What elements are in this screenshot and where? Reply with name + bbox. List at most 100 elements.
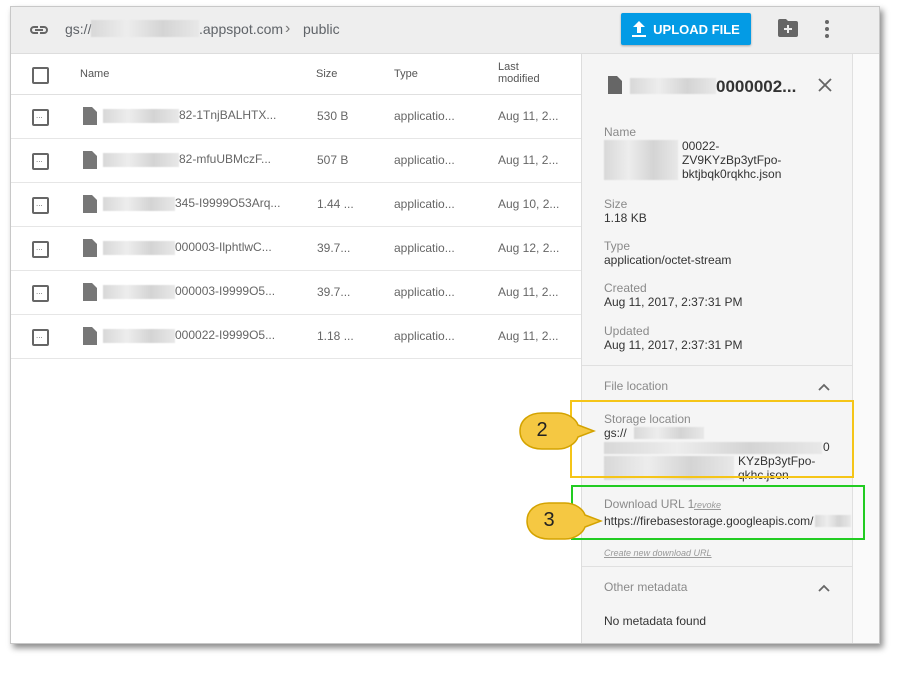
size-value: 1.18 KB — [604, 211, 647, 225]
file-size: 1.18 ... — [317, 329, 354, 343]
file-modified: Aug 12, 2... — [498, 241, 560, 255]
chevron-up-icon[interactable] — [818, 383, 830, 391]
updated-label: Updated — [604, 324, 650, 338]
redacted-bucket-name — [91, 20, 199, 37]
file-modified: Aug 11, 2... — [498, 329, 559, 343]
chevron-right-icon: › — [285, 20, 291, 37]
table-row[interactable]: ... 000022-I9999O5... 1.18 ... applicati… — [11, 315, 581, 359]
name-value-2: ZV9KYzBp3ytFpo- — [682, 153, 782, 167]
file-location-title: File location — [604, 379, 669, 393]
file-name[interactable]: 345-I9999O53Arq... — [175, 196, 280, 210]
checkbox-dots: ... — [36, 155, 43, 164]
table-row[interactable]: ... 000003-IlphtlwC... 39.7... applicati… — [11, 227, 581, 271]
new-folder-icon[interactable] — [778, 19, 798, 37]
file-type: applicatio... — [394, 153, 455, 167]
file-list: Name Size Type Last modified ... 82-1Tnj… — [11, 54, 581, 643]
bucket-domain[interactable]: .appspot.com — [199, 21, 283, 37]
file-modified: Aug 11, 2... — [498, 153, 559, 167]
redacted-file-name — [103, 285, 175, 299]
header-last-modified-2[interactable]: modified — [498, 73, 540, 85]
file-modified: Aug 11, 2... — [498, 285, 559, 299]
file-name[interactable]: 82-1TnjBALHTX... — [179, 108, 276, 122]
name-label: Name — [604, 125, 637, 139]
right-gutter — [852, 54, 879, 643]
redacted-title — [630, 78, 716, 94]
updated-value: Aug 11, 2017, 2:37:31 PM — [604, 338, 743, 352]
type-label: Type — [604, 239, 631, 253]
redacted-file-name — [103, 153, 179, 167]
more-vert-icon[interactable] — [823, 18, 831, 40]
divider — [582, 365, 852, 366]
name-value-3: bktjbqk0rqkhc.json — [682, 167, 782, 181]
top-bar: gs:// .appspot.com › public UPLOAD FILE — [11, 7, 879, 54]
file-name[interactable]: 000003-IlphtlwC... — [175, 240, 272, 254]
upload-file-button[interactable]: UPLOAD FILE — [621, 13, 751, 45]
header-name[interactable]: Name — [80, 68, 109, 80]
no-metadata-text: No metadata found — [604, 614, 707, 628]
redacted-name — [604, 140, 678, 180]
callout-3-label: 3 — [543, 509, 555, 531]
breadcrumb-folder[interactable]: public — [303, 21, 340, 37]
table-row[interactable]: ... 82-mfuUBMczF... 507 B applicatio... … — [11, 139, 581, 183]
checkbox-dots: ... — [36, 287, 43, 296]
size-label: Size — [604, 197, 628, 211]
divider — [582, 566, 852, 567]
created-label: Created — [604, 281, 647, 295]
file-name[interactable]: 000022-I9999O5... — [175, 328, 275, 342]
upload-icon — [632, 21, 647, 37]
storage-location-highlight — [570, 400, 854, 478]
other-metadata-title: Other metadata — [604, 580, 688, 594]
file-icon — [83, 151, 97, 169]
callout-2-label: 2 — [536, 419, 548, 441]
storage-browser-window: gs:// .appspot.com › public UPLOAD FILE … — [10, 6, 880, 644]
checkbox-dots: ... — [36, 199, 43, 208]
file-modified: Aug 10, 2... — [498, 197, 560, 211]
download-url-highlight — [571, 485, 865, 540]
file-icon — [83, 283, 97, 301]
header-type[interactable]: Type — [394, 68, 418, 80]
checkbox-dots: ... — [36, 111, 43, 120]
file-type: applicatio... — [394, 285, 455, 299]
table-row[interactable]: ... 82-1TnjBALHTX... 530 B applicatio...… — [11, 95, 581, 139]
list-header: Name Size Type Last modified — [11, 54, 581, 95]
created-value: Aug 11, 2017, 2:37:31 PM — [604, 295, 743, 309]
file-name[interactable]: 000003-I9999O5... — [175, 284, 275, 298]
file-name[interactable]: 82-mfuUBMczF... — [179, 152, 271, 166]
table-row[interactable]: ... 000003-I9999O5... 39.7... applicatio… — [11, 271, 581, 315]
redacted-file-name — [103, 241, 175, 255]
file-icon — [83, 239, 97, 257]
file-type: applicatio... — [394, 241, 455, 255]
file-size: 1.44 ... — [317, 197, 354, 211]
file-icon — [83, 327, 97, 345]
file-size: 39.7... — [317, 285, 351, 299]
file-type: applicatio... — [394, 197, 455, 211]
file-details-panel: 0000002... Name 00022- ZV9KYzBp3ytFpo- b… — [581, 54, 852, 643]
type-value: application/octet-stream — [604, 253, 732, 267]
header-size[interactable]: Size — [316, 68, 337, 80]
redacted-file-name — [103, 109, 179, 123]
file-modified: Aug 11, 2... — [498, 109, 559, 123]
file-size: 507 B — [317, 153, 349, 167]
close-icon[interactable] — [818, 78, 832, 92]
file-type: applicatio... — [394, 109, 455, 123]
bucket-path-prefix: gs:// — [65, 21, 92, 37]
details-title: 0000002... — [716, 77, 797, 96]
redacted-file-name — [103, 197, 175, 211]
table-row[interactable]: ... 345-I9999O53Arq... 1.44 ... applicat… — [11, 183, 581, 227]
file-size: 39.7... — [317, 241, 351, 255]
link-icon[interactable] — [27, 20, 51, 40]
redacted-file-name — [103, 329, 175, 343]
create-download-url-link[interactable]: Create new download URL — [604, 548, 712, 558]
file-icon — [83, 195, 97, 213]
file-size: 530 B — [317, 109, 349, 123]
file-icon — [608, 76, 622, 94]
checkbox-dots: ... — [36, 331, 43, 340]
file-type: applicatio... — [394, 329, 455, 343]
checkbox-dots: ... — [36, 243, 43, 252]
file-icon — [83, 107, 97, 125]
select-all-checkbox[interactable] — [32, 67, 49, 84]
name-value-1: 00022- — [682, 139, 720, 153]
chevron-up-icon[interactable] — [818, 584, 830, 592]
header-last-modified[interactable]: Last — [498, 61, 519, 73]
upload-file-label: UPLOAD FILE — [653, 21, 740, 37]
